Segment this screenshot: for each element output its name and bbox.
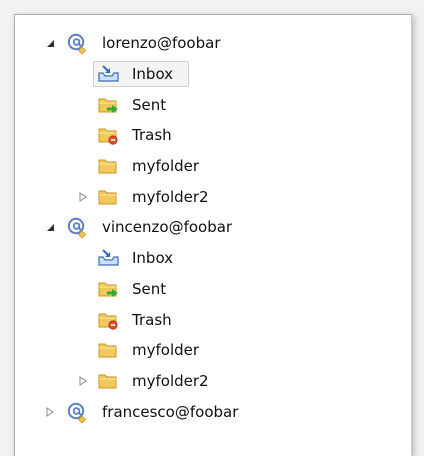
account-name: lorenzo@foobar [102, 34, 221, 53]
collapsed-twisty-icon[interactable] [78, 375, 88, 386]
sent-folder-icon [98, 279, 118, 299]
expanded-twisty-icon[interactable] [45, 38, 55, 48]
folder-label: myfolder2 [132, 371, 209, 390]
folder-row-inbox[interactable]: Inbox [15, 59, 411, 90]
folder-row-sent[interactable]: Sent [15, 89, 411, 120]
folder-row-inbox[interactable]: Inbox [15, 243, 411, 274]
account-at-icon [67, 33, 87, 55]
folder-icon [98, 187, 118, 207]
folder-label: Trash [132, 126, 172, 145]
mail-folder-tree-panel: lorenzo@foobar Inbox Sent Trash myfolder… [14, 14, 412, 456]
folder-label: myfolder2 [132, 187, 209, 206]
account-row-francesco[interactable]: francesco@foobar [15, 396, 411, 427]
folder-row-myfolder2[interactable]: myfolder2 [15, 366, 411, 397]
inbox-icon [98, 64, 119, 84]
folder-row-trash[interactable]: Trash [15, 304, 411, 335]
folder-label: Trash [132, 310, 172, 329]
trash-folder-icon [98, 310, 118, 330]
expanded-twisty-icon[interactable] [45, 222, 55, 232]
account-at-icon [67, 217, 87, 240]
folder-row-myfolder2[interactable]: myfolder2 [15, 181, 411, 212]
folder-row-trash[interactable]: Trash [15, 120, 411, 151]
folder-row-myfolder[interactable]: myfolder [15, 335, 411, 366]
folder-icon [98, 371, 118, 391]
inbox-icon [98, 248, 119, 268]
mail-folder-tree: lorenzo@foobar Inbox Sent Trash myfolder… [15, 28, 411, 427]
account-name: francesco@foobar [102, 402, 239, 421]
folder-icon [98, 340, 118, 360]
account-at-icon [67, 402, 87, 424]
folder-row-sent[interactable]: Sent [15, 274, 411, 305]
folder-icon [98, 156, 118, 176]
folder-label: Sent [132, 95, 167, 114]
folder-label: myfolder [132, 341, 200, 360]
account-row-lorenzo[interactable]: lorenzo@foobar [15, 28, 411, 59]
folder-label: Inbox [132, 65, 174, 84]
account-name: vincenzo@foobar [102, 218, 233, 237]
folder-label: Inbox [132, 249, 174, 268]
account-row-vincenzo[interactable]: vincenzo@foobar [15, 212, 411, 243]
sent-folder-icon [98, 95, 118, 115]
trash-folder-icon [98, 125, 118, 146]
folder-label: Sent [132, 279, 167, 298]
collapsed-twisty-icon[interactable] [45, 406, 55, 417]
folder-row-myfolder[interactable]: myfolder [15, 151, 411, 182]
collapsed-twisty-icon[interactable] [78, 191, 88, 202]
folder-label: myfolder [132, 157, 200, 176]
